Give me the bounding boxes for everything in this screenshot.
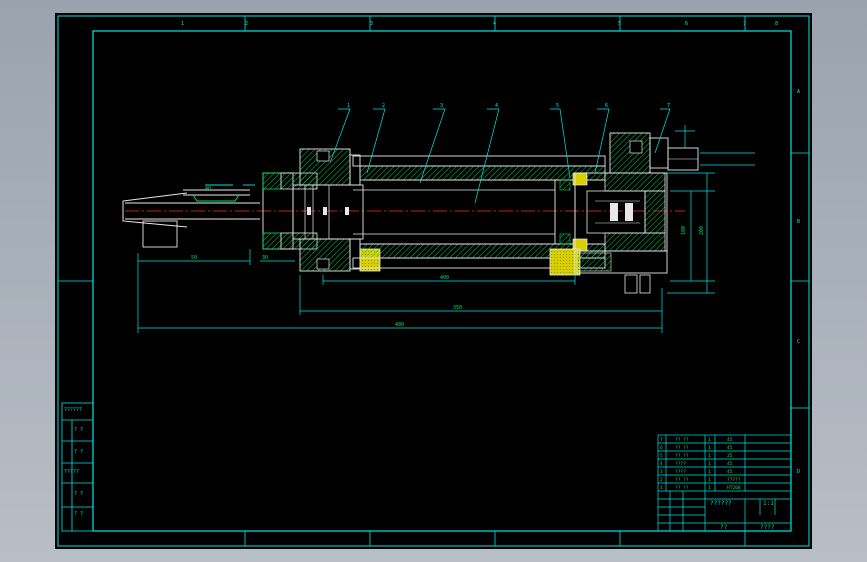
dim-overall: 480 [395, 322, 404, 328]
balloon-2: 2 [382, 103, 385, 109]
parts-row-7-mat: HT200 [727, 485, 741, 491]
zone-side-a: A [797, 89, 800, 95]
school-label: ???? [760, 524, 775, 531]
zone-top-2: 2 [245, 21, 248, 27]
cad-viewport: 1 2 3 4 5 6 7 8 A B C D ?????? ? ? ? ? ?… [0, 0, 867, 562]
parts-row-1-mat: 45 [727, 437, 733, 443]
drawing-title: ?????? [710, 500, 732, 507]
parts-row-3-qty: 1 [708, 453, 711, 459]
left-strip-row-2: ? ? [74, 427, 83, 433]
zone-top-7: 7 [743, 21, 746, 27]
balloon-1: 1 [347, 103, 350, 109]
dim-small-1: 50 [191, 255, 197, 261]
zone-top-1: 1 [181, 21, 184, 27]
zone-side-c: C [797, 339, 800, 345]
zone-side-b: B [797, 219, 800, 225]
parts-row-3-mat: 35 [727, 453, 733, 459]
title-block-text: ?????? 1:1 ?? ???? [710, 500, 775, 531]
dim-small-3: 40 [205, 186, 211, 192]
left-strip-row-3: ? ? [74, 449, 83, 455]
balloon-7: 7 [667, 103, 670, 109]
parts-row-6-no: 2 [660, 477, 663, 483]
hydraulic-cylinder-assembly-drawing: 1 2 3 4 5 6 7 8 A B C D ?????? ? ? ? ? ?… [57, 15, 810, 547]
left-strip-text: ?????? ? ? ? ? ????? ? ? ? ? [64, 407, 83, 517]
left-strip-row-1: ?????? [64, 407, 82, 413]
parts-row-3-no: 5 [660, 453, 663, 459]
balloon-3: 3 [440, 103, 443, 109]
designer-label: ?? [720, 524, 728, 531]
parts-row-6-qty: 1 [708, 477, 711, 483]
zone-top-6: 6 [685, 21, 688, 27]
drawing-sheet[interactable]: 1 2 3 4 5 6 7 8 A B C D ?????? ? ? ? ? ?… [55, 13, 812, 549]
parts-row-1-no: 7 [660, 437, 663, 443]
zone-top-3: 3 [370, 21, 373, 27]
parts-row-4-qty: 1 [708, 461, 711, 467]
parts-row-4-no: 4 [660, 461, 663, 467]
balloon-labels: 1 2 3 4 5 6 7 [347, 103, 670, 109]
parts-row-6-mat: ????? [727, 477, 741, 483]
parts-row-2-no: 6 [660, 445, 663, 451]
parts-row-6-name: ?? ?? [675, 477, 689, 483]
parts-row-2-qty: 1 [708, 445, 711, 451]
balloon-5: 5 [556, 103, 559, 109]
left-strip-row-5: ? ? [74, 491, 83, 497]
parts-row-7-qty: 1 [708, 485, 711, 491]
parts-row-5-mat: 45 [727, 469, 733, 475]
cylinder-assembly: 1 2 3 4 5 6 7 480 350 400 50 30 40 180 2… [122, 103, 755, 333]
parts-row-3-name: ?? ?? [675, 453, 689, 459]
dim-vert-1: 180 [681, 226, 687, 235]
parts-row-5-qty: 1 [708, 469, 711, 475]
left-strip-row-6: ? ? [74, 511, 83, 517]
parts-row-5-no: 3 [660, 469, 663, 475]
rear-mount [574, 132, 699, 294]
dim-vert-2: 200 [699, 226, 705, 235]
zone-side-d: D [797, 469, 800, 475]
parts-row-2-name: ?? ?? [675, 445, 689, 451]
zone-top-4: 4 [493, 21, 496, 27]
parts-row-7-name: ?? ?? [675, 485, 689, 491]
parts-row-4-mat: 45 [727, 461, 733, 467]
parts-row-1-name: ?? ?? [675, 437, 689, 443]
balloon-6: 6 [605, 103, 608, 109]
piston-rod [122, 184, 260, 248]
zone-top-5: 5 [618, 21, 621, 27]
dim-body: 350 [453, 305, 462, 311]
parts-row-2-mat: 45 [727, 445, 733, 451]
dim-small-2: 30 [262, 255, 268, 261]
dim-stroke: 400 [440, 275, 449, 281]
parts-row-5-name: ???? [675, 469, 686, 475]
scale-label: 1:1 [763, 500, 774, 507]
parts-row-1-qty: 1 [708, 437, 711, 443]
parts-row-7-no: 1 [660, 485, 663, 491]
left-strip-row-4: ????? [64, 469, 79, 475]
zone-top-8: 8 [775, 21, 778, 27]
parts-row-4-name: ???? [675, 461, 686, 467]
piston [554, 172, 588, 252]
balloon-4: 4 [495, 103, 498, 109]
